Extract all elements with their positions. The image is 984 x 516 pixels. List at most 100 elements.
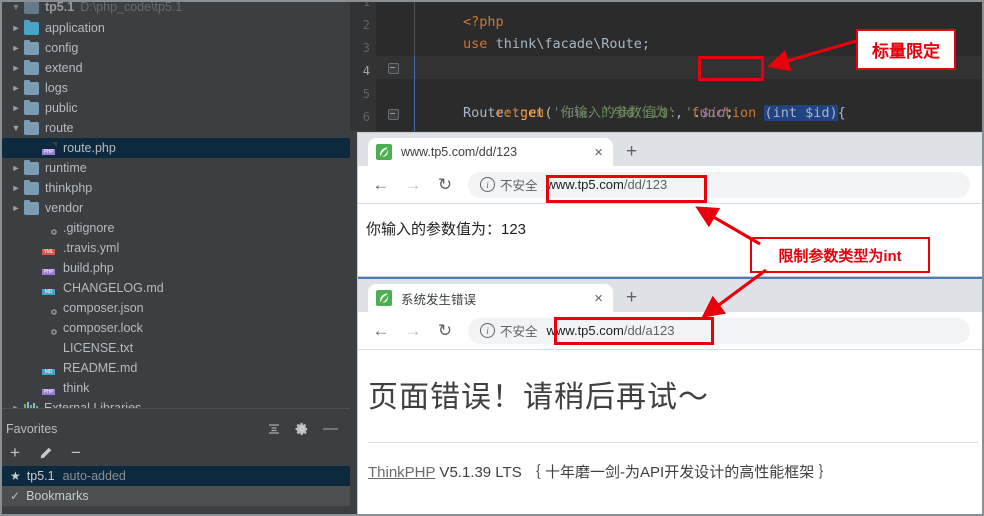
tree-row-readme-md[interactable]: ►MD README.md — [0, 358, 350, 378]
chevron-right-icon[interactable]: ► — [8, 203, 24, 213]
tree-row-project-root[interactable]: ▼ tp5.1 D:\php_code\tp5.1 — [0, 0, 182, 14]
tree-row-label: vendor — [45, 201, 84, 215]
tree-row-composer-lock[interactable]: ► composer.lock — [0, 318, 350, 338]
tree-row-label: composer.json — [63, 301, 144, 315]
tree-row-logs[interactable]: ► logs — [0, 78, 350, 98]
browser2-tab-title: 系统发生错误 — [401, 292, 477, 307]
tree-indent-spacer: ► — [26, 303, 42, 313]
back-icon[interactable]: ← — [368, 318, 394, 344]
tree-row-public[interactable]: ► public — [0, 98, 350, 118]
project-tree[interactable]: ▼ tp5.1 D:\php_code\tp5.1 ► application ► c… — [0, 0, 350, 408]
chevron-right-icon[interactable]: ► — [8, 43, 24, 53]
browser1-tab[interactable]: www.tp5.com/dd/123 × — [368, 138, 613, 166]
browser2-security-indicator[interactable]: i 不安全 — [480, 321, 538, 340]
chevron-down-icon[interactable]: ▼ — [8, 2, 24, 12]
tree-row-build-php[interactable]: ►PHP build.php — [0, 258, 350, 278]
tree-row-application[interactable]: ► application — [0, 18, 350, 38]
favorites-item-sub: auto-added — [62, 469, 126, 483]
tree-row-think[interactable]: ►PHP think — [0, 378, 350, 398]
code-fold-icon[interactable] — [388, 109, 399, 120]
browser1-address-bar[interactable]: i 不安全 www.tp5.com/dd/123 — [468, 171, 970, 198]
close-icon[interactable]: × — [592, 291, 605, 306]
tree-indent-spacer: ► — [26, 383, 42, 393]
project-name: tp5.1 — [45, 0, 75, 14]
tree-row-route[interactable]: ▼ route — [0, 118, 350, 138]
browser1-security-indicator[interactable]: i 不安全 — [480, 175, 538, 194]
annotation-label-scalar-type: 标量限定 — [856, 29, 956, 70]
folder-icon — [24, 99, 39, 115]
add-favorite-button[interactable]: + — [10, 443, 20, 463]
code-token-message-string: '你输入的参数值为: ' — [552, 105, 693, 121]
tree-row-thinkphp[interactable]: ► thinkphp — [0, 178, 350, 198]
tree-row-label: composer.lock — [63, 321, 143, 335]
favorites-item-tp51[interactable]: ★ tp5.1 auto-added — [0, 466, 350, 486]
browser2-address-bar[interactable]: i 不安全 www.tp5.com/dd/a123 — [468, 317, 970, 344]
close-icon[interactable]: × — [592, 145, 605, 160]
thinkphp-favicon-icon — [376, 290, 392, 306]
tree-row-runtime[interactable]: ► runtime — [0, 158, 350, 178]
tree-row-label: CHANGELOG.md — [63, 281, 164, 295]
tree-row-label: build.php — [63, 261, 114, 275]
chevron-right-icon[interactable]: ► — [8, 63, 24, 73]
tree-row-external-libraries[interactable]: ► External Libraries — [0, 398, 350, 408]
edit-pencil-icon[interactable] — [38, 446, 53, 461]
code-token-concat: . — [692, 105, 702, 121]
markdown-file-icon: MD — [42, 362, 57, 375]
forward-icon[interactable]: → — [400, 172, 426, 198]
browser1-tab-title: www.tp5.com/dd/123 — [401, 145, 518, 159]
favorites-item-label: Bookmarks — [26, 489, 89, 503]
chevron-right-icon[interactable]: ► — [8, 163, 24, 173]
chevron-right-icon[interactable]: ► — [8, 103, 24, 113]
info-icon: i — [480, 323, 495, 338]
favorites-item-bookmarks[interactable]: ✓ Bookmarks — [0, 486, 350, 506]
browser2-tabstrip[interactable]: 系统发生错误 × + — [358, 279, 984, 312]
tree-row--travis-yml[interactable]: ►YML .travis.yml — [0, 238, 350, 258]
forward-icon[interactable]: → — [400, 318, 426, 344]
tree-row-vendor[interactable]: ► vendor — [0, 198, 350, 218]
tree-indent-spacer: ► — [26, 343, 42, 353]
code-fold-icon[interactable] — [388, 63, 399, 74]
remove-favorite-button[interactable]: − — [71, 443, 81, 463]
gear-icon[interactable] — [295, 422, 309, 436]
new-tab-icon[interactable]: + — [626, 142, 637, 161]
project-path: D:\php_code\tp5.1 — [80, 0, 183, 14]
annotation-text: 标量限定 — [872, 42, 940, 61]
chevron-right-icon[interactable]: ► — [8, 183, 24, 193]
star-icon: ★ — [10, 469, 21, 483]
thinkphp-link[interactable]: ThinkPHP — [368, 464, 435, 481]
code-token-brace-open: { — [837, 105, 846, 121]
folder-icon — [24, 79, 39, 95]
browser2-tab[interactable]: 系统发生错误 × — [368, 284, 613, 312]
chevron-right-icon[interactable]: ► — [8, 23, 24, 33]
php-file-icon: PHP — [42, 388, 55, 395]
browser-window-2[interactable]: 系统发生错误 × + ← → ↻ i 不安全 www.tp5.com/dd/a1… — [358, 277, 984, 516]
favorites-title: Favorites — [6, 422, 58, 436]
line-number: 2 — [362, 18, 370, 32]
tree-row-config[interactable]: ► config — [0, 38, 350, 58]
line-number: 5 — [362, 87, 370, 101]
code-token-namespace: think\facade\Route; — [495, 36, 650, 52]
code-token-use: use — [463, 36, 488, 52]
tree-row-license-txt[interactable]: ► LICENSE.txt — [0, 338, 350, 358]
line-number: 3 — [362, 41, 370, 55]
reload-icon[interactable]: ↻ — [432, 172, 458, 198]
tree-row-route-php[interactable]: ►PHP route.php — [0, 138, 350, 158]
folder-icon — [24, 39, 39, 55]
tree-indent-spacer: ► — [26, 323, 42, 333]
chevron-down-icon[interactable]: ▼ — [8, 123, 24, 133]
new-tab-icon[interactable]: + — [626, 288, 637, 307]
browser1-page-text: 你输入的参数值为：123 — [366, 221, 527, 238]
tree-row--gitignore[interactable]: ► .gitignore — [0, 218, 350, 238]
hide-panel-icon[interactable]: — — [323, 421, 338, 436]
collapse-all-icon[interactable] — [267, 422, 281, 436]
chevron-right-icon[interactable]: ► — [8, 83, 24, 93]
back-icon[interactable]: ← — [368, 172, 394, 198]
browser1-tabstrip[interactable]: www.tp5.com/dd/123 × + — [358, 133, 984, 166]
tree-row-composer-json[interactable]: ► composer.json — [0, 298, 350, 318]
tree-indent-spacer: ► — [26, 143, 42, 153]
favorites-list[interactable]: ★ tp5.1 auto-added ✓ Bookmarks — [0, 466, 350, 516]
tree-row-label: think — [63, 381, 90, 395]
tree-row-changelog-md[interactable]: ►MD CHANGELOG.md — [0, 278, 350, 298]
tree-row-extend[interactable]: ► extend — [0, 58, 350, 78]
reload-icon[interactable]: ↻ — [432, 318, 458, 344]
